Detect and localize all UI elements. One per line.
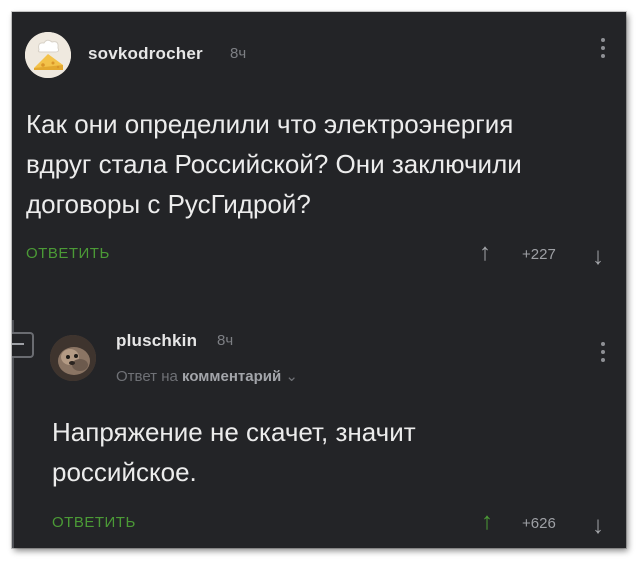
downvote-icon[interactable]: ↓: [592, 245, 604, 269]
user-avatar[interactable]: [25, 32, 71, 78]
comment-line: вдруг стала Российской? Они заключили: [26, 149, 522, 179]
minus-icon: [12, 343, 24, 345]
score: +626: [522, 515, 556, 532]
reply-button[interactable]: ОТВЕТИТЬ: [26, 245, 110, 262]
comments-panel: sovkodrocher 8ч Как они определили что э…: [12, 12, 626, 548]
reply-to-link[interactable]: Ответ на комментарий ⌄: [116, 367, 298, 385]
downvote-icon[interactable]: ↓: [592, 514, 604, 538]
comment-text: Напряжение не скачет, значит российское.: [52, 412, 416, 492]
comment-line: Напряжение не скачет, значит: [52, 417, 416, 447]
user-avatar[interactable]: [50, 335, 96, 381]
more-options-icon[interactable]: [600, 38, 606, 62]
reply-to-prefix: Ответ на: [116, 368, 178, 385]
comment-line: договоры с РусГидрой?: [26, 189, 311, 219]
timestamp: 8ч: [230, 45, 247, 62]
chef-cheese-icon: [25, 32, 71, 78]
comment-line: российское.: [52, 457, 197, 487]
animal-photo-icon: [50, 335, 96, 381]
upvote-icon[interactable]: ↑: [481, 510, 493, 534]
username[interactable]: sovkodrocher: [88, 44, 203, 64]
comment-line: Как они определили что электроэнергия: [26, 109, 514, 139]
reply-to-target: комментарий: [182, 368, 282, 385]
username[interactable]: pluschkin: [116, 331, 197, 351]
reply-button[interactable]: ОТВЕТИТЬ: [52, 514, 136, 531]
collapse-thread-button[interactable]: [12, 332, 34, 358]
timestamp: 8ч: [217, 332, 234, 349]
comment-text: Как они определили что электроэнергия вд…: [26, 104, 522, 224]
more-options-icon[interactable]: [600, 342, 606, 366]
chevron-down-icon: ⌄: [285, 368, 298, 385]
upvote-icon[interactable]: ↑: [479, 241, 491, 265]
score: +227: [522, 246, 556, 263]
